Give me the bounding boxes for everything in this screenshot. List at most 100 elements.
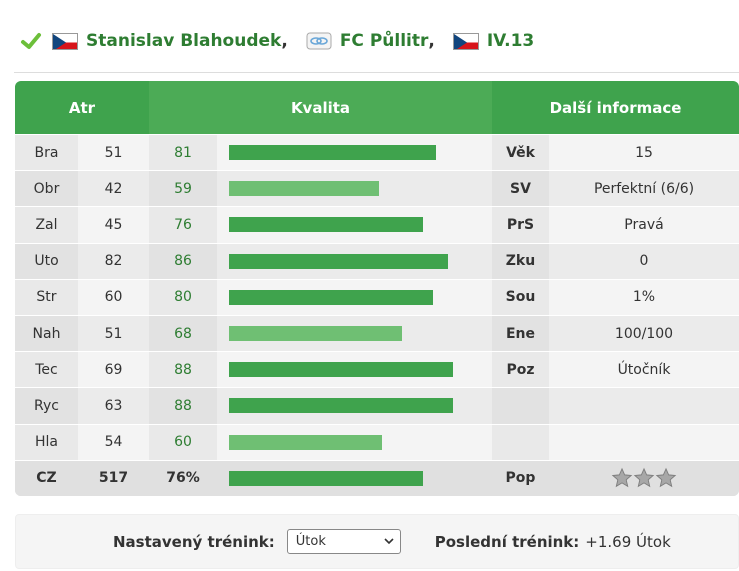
attribute-value: 45	[78, 207, 149, 243]
attribute-value: 60	[78, 279, 149, 315]
info-key	[492, 388, 549, 424]
player-header: Stanislav Blahoudek , FC Půllitr , IV.13	[20, 26, 534, 56]
info-key: Poz	[492, 352, 549, 388]
quality-bar-cell	[217, 135, 492, 171]
attribute-value: 69	[78, 352, 149, 388]
total-name: CZ	[15, 460, 78, 496]
info-key: Věk	[492, 135, 549, 171]
table-row: Zal 45 76 PrS Pravá	[15, 206, 739, 243]
stars-group	[611, 467, 677, 489]
info-value: 15	[549, 135, 739, 171]
attribute-name: Str	[15, 279, 78, 315]
total-quality: 76%	[149, 460, 217, 496]
attribute-name: Tec	[15, 352, 78, 388]
info-key: Zku	[492, 243, 549, 279]
czech-flag-icon	[452, 32, 479, 50]
table-row: Bra 51 81 Věk 15	[15, 134, 739, 171]
quality-bar	[229, 181, 379, 197]
attribute-value: 82	[78, 243, 149, 279]
table-row: Str 60 80 Sou 1%	[15, 278, 739, 315]
czech-flag-icon	[52, 32, 78, 50]
attribute-quality: 76	[149, 207, 217, 243]
separator: ,	[281, 31, 288, 51]
column-header-info: Další informace	[549, 98, 682, 117]
attribute-name: Zal	[15, 207, 78, 243]
total-row: CZ 517 76% Pop	[15, 459, 739, 496]
attribute-value: 51	[78, 315, 149, 352]
info-key: Ene	[492, 315, 549, 352]
info-value: 1%	[549, 279, 739, 315]
star-icon	[633, 467, 655, 488]
attribute-quality: 88	[149, 388, 217, 424]
quality-bar	[229, 217, 423, 233]
separator: ,	[428, 31, 435, 51]
chevron-down-icon	[384, 538, 394, 545]
attribute-quality: 88	[149, 352, 217, 388]
quality-bar-cell	[217, 424, 492, 460]
attributes-table: Atr Kvalita Další informace Bra 51 81 Věk 15…	[15, 81, 739, 496]
table-body: Bra 51 81 Věk 15 Obr 42 59 SV Perfektní (6/6) Zal 4…	[15, 134, 739, 496]
column-header-kvalita: Kvalita	[149, 81, 492, 134]
quality-bar-cell	[217, 207, 492, 243]
attribute-value: 63	[78, 388, 149, 424]
info-value: Pravá	[549, 207, 739, 243]
league-link[interactable]: IV.13	[487, 31, 534, 51]
total-value: 517	[78, 460, 149, 496]
quality-bar-cell	[217, 315, 492, 352]
attribute-quality: 86	[149, 243, 217, 279]
popularity-stars	[549, 460, 739, 496]
quality-bar	[229, 434, 382, 450]
quality-bar-cell	[217, 171, 492, 207]
attribute-name: Ryc	[15, 388, 78, 424]
quality-bar	[229, 145, 436, 161]
quality-bar	[229, 398, 453, 414]
info-value: Perfektní (6/6)	[549, 171, 739, 207]
info-value: 0	[549, 243, 739, 279]
column-header-atr: Atr	[68, 98, 96, 117]
attribute-value: 54	[78, 424, 149, 460]
last-training-value: +1.69 Útok	[585, 532, 671, 551]
info-value: Útočník	[549, 352, 739, 388]
attribute-quality: 59	[149, 171, 217, 207]
star-icon	[611, 467, 633, 488]
attribute-name: Bra	[15, 135, 78, 171]
player-name-link[interactable]: Stanislav Blahoudek	[86, 31, 281, 51]
table-row: Ryc 63 88	[15, 387, 739, 424]
quality-bar-cell	[217, 460, 492, 496]
attribute-name: Obr	[15, 171, 78, 207]
quality-bar-cell	[217, 279, 492, 315]
info-key	[492, 424, 549, 460]
team-name-link[interactable]: FC Půllitr	[340, 31, 429, 51]
quality-bar	[229, 362, 453, 378]
info-value	[549, 424, 739, 460]
attribute-quality: 68	[149, 315, 217, 352]
info-value: 100/100	[549, 315, 739, 352]
team-link-icon	[306, 32, 332, 50]
attribute-value: 42	[78, 171, 149, 207]
attribute-quality: 80	[149, 279, 217, 315]
info-key: PrS	[492, 207, 549, 243]
quality-bar	[229, 470, 423, 486]
attribute-quality: 60	[149, 424, 217, 460]
attribute-name: Uto	[15, 243, 78, 279]
quality-bar	[229, 326, 402, 342]
quality-bar-cell	[217, 243, 492, 279]
divider	[14, 72, 739, 73]
attribute-name: Nah	[15, 315, 78, 352]
training-select[interactable]: Útok	[286, 529, 401, 554]
table-row: Nah 51 68 Ene 100/100	[15, 314, 739, 352]
check-icon	[21, 33, 41, 49]
training-panel: Nastavený trénink: Útok Poslední trénink…	[15, 514, 739, 569]
last-training-label: Poslední trénink:	[434, 532, 580, 551]
table-row: Obr 42 59 SV Perfektní (6/6)	[15, 170, 739, 207]
quality-bar	[229, 289, 433, 305]
table-row: Tec 69 88 Poz Útočník	[15, 351, 739, 388]
table-row: Hla 54 60	[15, 423, 739, 460]
quality-bar-cell	[217, 352, 492, 388]
attribute-value: 51	[78, 135, 149, 171]
attribute-quality: 81	[149, 135, 217, 171]
star-icon	[655, 467, 677, 488]
quality-bar	[229, 253, 448, 269]
attribute-name: Hla	[15, 424, 78, 460]
quality-bar-cell	[217, 388, 492, 424]
